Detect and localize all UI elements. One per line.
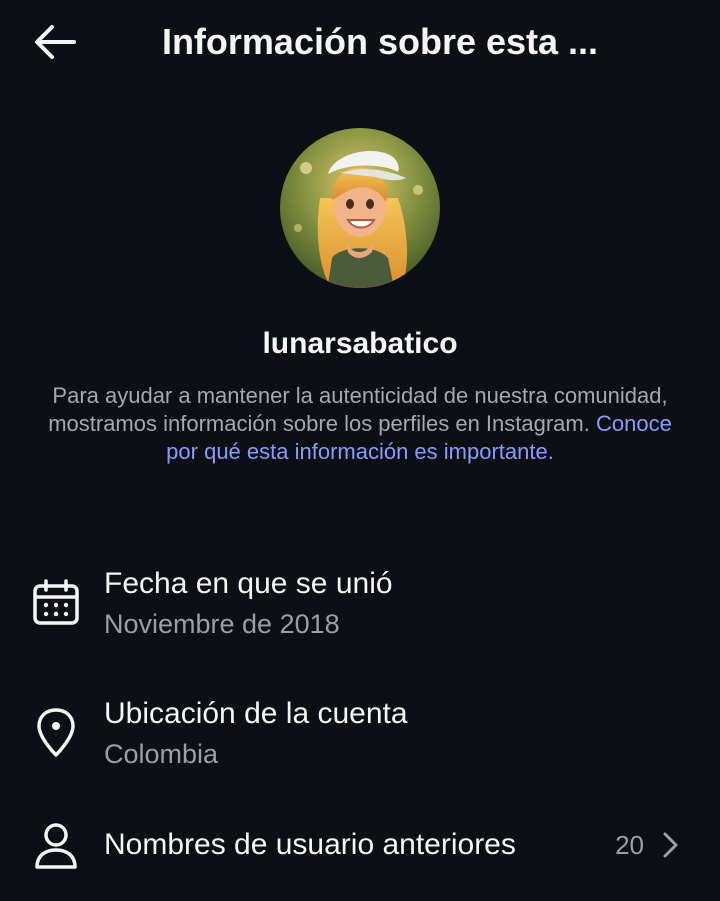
- date-joined-label: Fecha en que se unió: [104, 567, 393, 600]
- avatar-image: [280, 128, 440, 288]
- username: lunarsabatico: [262, 327, 458, 360]
- date-joined-row: Fecha en que se unió Noviembre de 2018: [0, 565, 720, 655]
- former-usernames-row[interactable]: Nombres de usuario anteriores 20: [0, 818, 720, 874]
- date-joined-value: Noviembre de 2018: [104, 609, 340, 639]
- info-text: Para ayudar a mantener la autenticidad d…: [48, 383, 668, 436]
- former-usernames-label: Nombres de usuario anteriores: [104, 828, 516, 861]
- account-location-value: Colombia: [104, 739, 219, 769]
- account-location-label: Ubicación de la cuenta: [104, 697, 408, 730]
- account-location-row: Ubicación de la cuenta Colombia: [0, 695, 720, 785]
- page-title: Información sobre esta ...: [161, 21, 599, 62]
- calendar-icon: [33, 579, 79, 625]
- profile-avatar[interactable]: [280, 128, 440, 288]
- former-usernames-count: 20: [615, 830, 644, 860]
- person-icon: [35, 823, 77, 869]
- back-arrow-icon: [35, 25, 76, 59]
- back-button[interactable]: [28, 20, 84, 64]
- chevron-right-icon: [663, 832, 678, 858]
- info-description: Para ayudar a mantener la autenticidad d…: [40, 382, 680, 466]
- top-bar: Información sobre esta ...: [0, 0, 720, 86]
- location-pin-icon: [37, 708, 75, 757]
